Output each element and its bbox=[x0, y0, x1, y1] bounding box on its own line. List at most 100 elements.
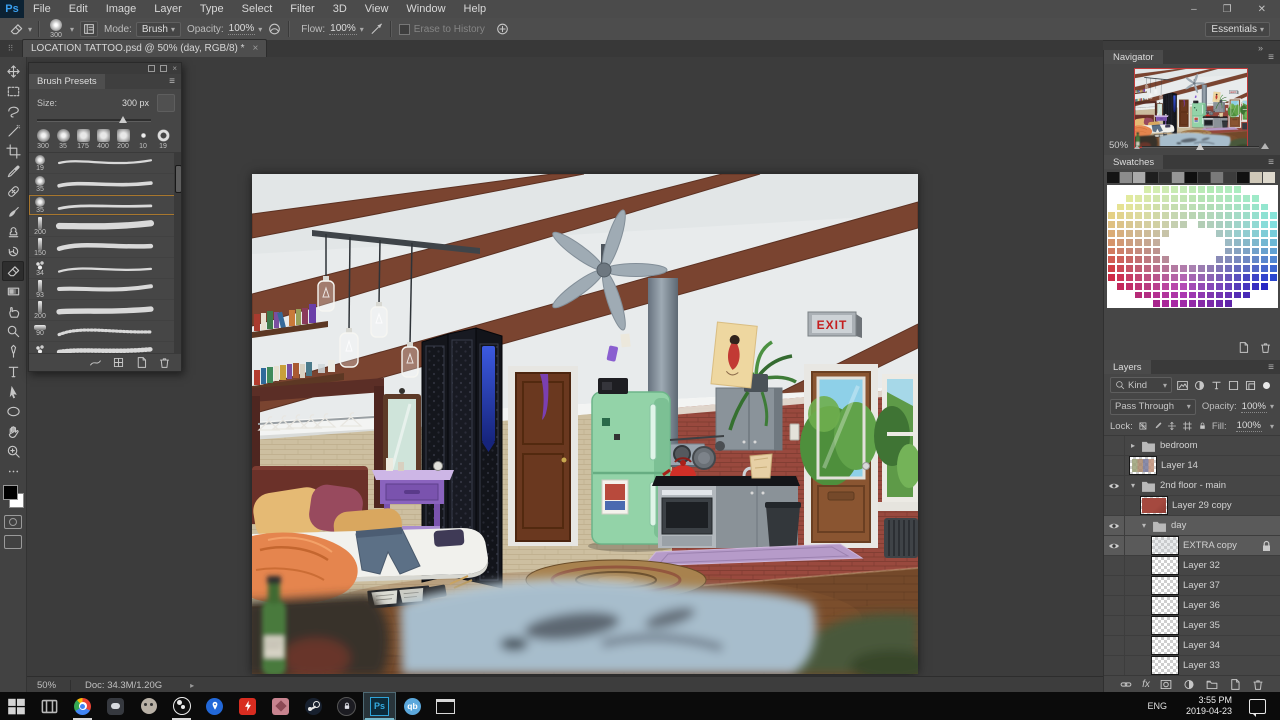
color-swatch[interactable] bbox=[1242, 229, 1251, 238]
color-swatch[interactable] bbox=[1179, 238, 1188, 247]
color-swatch[interactable] bbox=[1161, 247, 1170, 256]
opacity-value[interactable]: 100% bbox=[228, 23, 256, 35]
color-swatch[interactable] bbox=[1170, 255, 1179, 264]
color-swatch[interactable] bbox=[1152, 255, 1161, 264]
spot-healing-brush-tool[interactable] bbox=[2, 181, 24, 201]
filter-shape-layers-icon[interactable] bbox=[1227, 379, 1240, 392]
color-swatch[interactable] bbox=[1134, 185, 1143, 194]
color-swatch[interactable] bbox=[1269, 291, 1278, 300]
qbittorrent-app[interactable]: qb bbox=[396, 692, 429, 720]
color-swatch[interactable] bbox=[1161, 185, 1170, 194]
color-swatch[interactable] bbox=[1107, 238, 1116, 247]
color-swatch[interactable] bbox=[1107, 203, 1116, 212]
color-swatch[interactable] bbox=[1134, 282, 1143, 291]
pressure-size-icon[interactable] bbox=[495, 22, 510, 36]
gimp-app[interactable] bbox=[132, 692, 165, 720]
gray-swatch[interactable] bbox=[1146, 172, 1158, 183]
color-swatch[interactable] bbox=[1134, 247, 1143, 256]
brush-preset-row[interactable]: 93 bbox=[29, 279, 181, 300]
color-swatch[interactable] bbox=[1125, 255, 1134, 264]
visibility-toggle[interactable] bbox=[1104, 456, 1125, 475]
color-swatch[interactable] bbox=[1215, 255, 1224, 264]
color-swatch[interactable] bbox=[1233, 238, 1242, 247]
color-swatch[interactable] bbox=[1206, 220, 1215, 229]
layer-row[interactable]: Layer 29 copy bbox=[1104, 496, 1280, 516]
color-swatch[interactable] bbox=[1116, 299, 1125, 308]
color-swatch[interactable] bbox=[1215, 273, 1224, 282]
edit-toolbar[interactable] bbox=[2, 461, 24, 481]
menu-window[interactable]: Window bbox=[397, 3, 454, 15]
gray-swatch[interactable] bbox=[1211, 172, 1223, 183]
color-swatch[interactable] bbox=[1251, 282, 1260, 291]
delete-layer-icon[interactable] bbox=[1251, 678, 1265, 691]
color-swatch[interactable] bbox=[1233, 299, 1242, 308]
brush-preset-thumb[interactable]: 175 bbox=[73, 129, 93, 150]
layer-row[interactable]: EXTRA copy bbox=[1104, 536, 1280, 556]
color-swatch[interactable] bbox=[1134, 273, 1143, 282]
color-swatch[interactable] bbox=[1179, 255, 1188, 264]
opacity-caret-icon[interactable]: ▾ bbox=[1270, 402, 1274, 411]
color-swatch[interactable] bbox=[1143, 299, 1152, 308]
navigator-tab[interactable]: Navigator bbox=[1104, 50, 1163, 64]
color-swatch[interactable] bbox=[1260, 255, 1269, 264]
document-canvas[interactable]: EXIT bbox=[252, 174, 918, 674]
color-swatch[interactable] bbox=[1260, 247, 1269, 256]
gray-swatch[interactable] bbox=[1159, 172, 1171, 183]
blend-mode-dropdown[interactable]: Pass Through▾ bbox=[1110, 399, 1196, 415]
gray-swatch[interactable] bbox=[1237, 172, 1249, 183]
color-swatch[interactable] bbox=[1134, 255, 1143, 264]
visibility-toggle[interactable] bbox=[1104, 656, 1125, 675]
color-swatch[interactable] bbox=[1197, 264, 1206, 273]
mode-dropdown[interactable]: Brush▾ bbox=[136, 22, 181, 37]
visibility-toggle[interactable] bbox=[1104, 616, 1125, 635]
lock-paint-icon[interactable] bbox=[1153, 420, 1163, 432]
color-swatch[interactable] bbox=[1242, 185, 1251, 194]
color-swatch[interactable] bbox=[1242, 264, 1251, 273]
color-swatch[interactable] bbox=[1170, 282, 1179, 291]
dodge-tool[interactable] bbox=[2, 321, 24, 341]
color-swatch[interactable] bbox=[1260, 211, 1269, 220]
close-icon[interactable]: ✕ bbox=[1258, 4, 1266, 15]
color-swatch[interactable] bbox=[1170, 203, 1179, 212]
color-swatch[interactable] bbox=[1242, 194, 1251, 203]
color-swatch[interactable] bbox=[1251, 291, 1260, 300]
color-swatch[interactable] bbox=[1224, 220, 1233, 229]
layer-row[interactable]: Layer 37 bbox=[1104, 576, 1280, 596]
color-swatch[interactable] bbox=[1170, 264, 1179, 273]
color-swatch[interactable] bbox=[1107, 211, 1116, 220]
color-swatch[interactable] bbox=[1251, 229, 1260, 238]
color-swatch[interactable] bbox=[1143, 291, 1152, 300]
color-swatch[interactable] bbox=[1152, 291, 1161, 300]
color-swatch[interactable] bbox=[1125, 238, 1134, 247]
color-swatch[interactable] bbox=[1152, 220, 1161, 229]
color-swatch[interactable] bbox=[1242, 220, 1251, 229]
color-swatch[interactable] bbox=[1224, 255, 1233, 264]
color-swatch[interactable] bbox=[1161, 220, 1170, 229]
new-swatch-icon[interactable] bbox=[1237, 341, 1250, 354]
color-swatch[interactable] bbox=[1188, 255, 1197, 264]
eraser-tool-icon[interactable] bbox=[8, 22, 25, 37]
color-swatch[interactable] bbox=[1206, 185, 1215, 194]
color-swatch[interactable] bbox=[1143, 194, 1152, 203]
color-swatch[interactable] bbox=[1197, 238, 1206, 247]
flow-caret-icon[interactable]: ▾ bbox=[360, 25, 364, 34]
menu-image[interactable]: Image bbox=[97, 3, 146, 15]
brush-preset-row[interactable]: 35 bbox=[29, 174, 181, 195]
color-swatch[interactable] bbox=[1179, 194, 1188, 203]
color-swatch[interactable] bbox=[1242, 255, 1251, 264]
terminal-app[interactable] bbox=[429, 692, 462, 720]
color-swatch[interactable] bbox=[1125, 282, 1134, 291]
color-swatch[interactable] bbox=[1107, 229, 1116, 238]
color-swatch[interactable] bbox=[1215, 229, 1224, 238]
color-swatch[interactable] bbox=[1188, 203, 1197, 212]
color-swatch[interactable] bbox=[1197, 203, 1206, 212]
color-swatch[interactable] bbox=[1197, 299, 1206, 308]
color-swatch[interactable] bbox=[1242, 247, 1251, 256]
color-swatch[interactable] bbox=[1215, 211, 1224, 220]
color-swatch[interactable] bbox=[1179, 185, 1188, 194]
visibility-toggle[interactable] bbox=[1104, 596, 1125, 615]
color-swatch[interactable] bbox=[1152, 282, 1161, 291]
color-swatch[interactable] bbox=[1116, 229, 1125, 238]
color-swatch[interactable] bbox=[1206, 299, 1215, 308]
color-swatch[interactable] bbox=[1251, 203, 1260, 212]
